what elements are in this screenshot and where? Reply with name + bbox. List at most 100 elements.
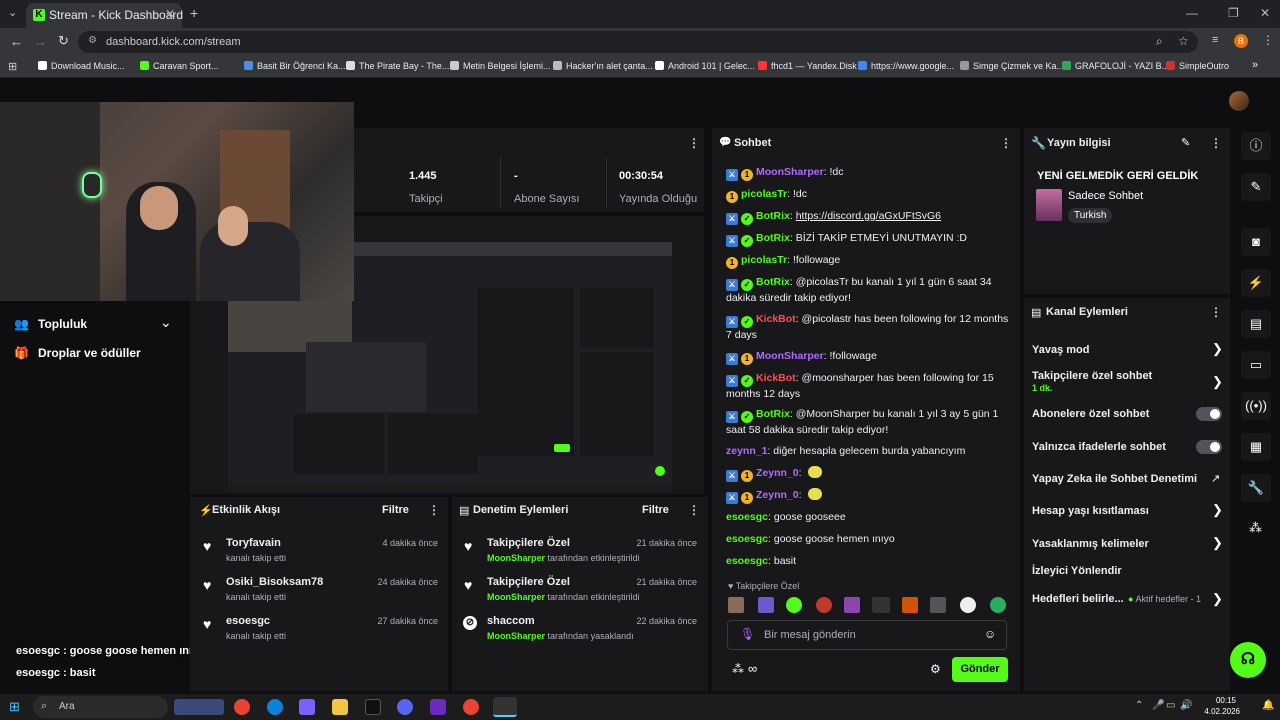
chevron-right-icon[interactable]: ❯ xyxy=(1212,341,1223,357)
activity-menu-icon[interactable]: ⋮ xyxy=(428,503,440,517)
profile-avatar[interactable]: B xyxy=(1234,34,1248,48)
bookmark-item[interactable]: https://www.google... xyxy=(858,61,954,71)
emote-icon[interactable] xyxy=(786,597,802,613)
chrome-icon[interactable] xyxy=(234,699,250,715)
chevron-right-icon[interactable]: ❯ xyxy=(1212,374,1223,390)
bookmark-item[interactable]: fhcd1 — Yandex.Disk xyxy=(758,61,857,71)
address-bar[interactable]: ⚙ dashboard.kick.com/stream ⌕ ☆ xyxy=(78,31,1198,53)
network-icon[interactable]: ▭ xyxy=(1166,700,1175,711)
chevron-right-icon[interactable]: ❯ xyxy=(1212,591,1223,607)
more-bookmarks-icon[interactable]: » xyxy=(1252,59,1258,71)
browser-tab[interactable]: K Stream - Kick Dashboard ✕ xyxy=(26,3,183,28)
capcut-icon[interactable] xyxy=(365,699,381,715)
chat-menu-icon[interactable]: ⋮ xyxy=(1000,136,1012,150)
apps-grid-icon[interactable]: ⊞ xyxy=(8,60,17,73)
followers-only-item[interactable]: Takipçilere özel sohbet xyxy=(1032,370,1152,382)
wrench-icon[interactable]: 🔧 xyxy=(1241,474,1271,502)
reading-list-icon[interactable]: ≡ xyxy=(1212,34,1218,46)
minimize-icon[interactable]: — xyxy=(1186,6,1198,20)
external-link-icon[interactable]: ↗ xyxy=(1211,472,1220,485)
emote-icon[interactable] xyxy=(728,597,744,613)
discord-link[interactable]: https://discord.gg/aGxUFtSvG6 xyxy=(796,210,941,222)
activity-filter-button[interactable]: Filtre xyxy=(382,504,409,516)
bookmark-item[interactable]: SimpleOutro xyxy=(1166,61,1229,71)
nav-community[interactable]: Topluluk xyxy=(38,317,87,331)
copilot-icon[interactable] xyxy=(299,699,315,715)
camera-icon[interactable]: ◙ xyxy=(1241,228,1271,256)
mic-icon[interactable]: 🎤 xyxy=(1152,700,1164,711)
send-button[interactable]: Gönder xyxy=(952,657,1008,682)
close-tab-icon[interactable]: ✕ xyxy=(165,7,175,21)
reload-icon[interactable]: ↻ xyxy=(58,33,69,49)
volume-icon[interactable]: 🔊 xyxy=(1180,700,1192,711)
emote-icon[interactable] xyxy=(844,597,860,613)
back-icon[interactable]: ← xyxy=(10,34,23,49)
tray-chevron-icon[interactable]: ⌃ xyxy=(1135,700,1143,711)
bookmark-item[interactable]: Metin Belgesi İşlemi... xyxy=(450,61,551,71)
infinity-icon[interactable]: ∞ xyxy=(748,661,757,676)
broadcast-icon[interactable]: ((•)) xyxy=(1241,392,1271,420)
emote-icon[interactable] xyxy=(902,597,918,613)
notes-icon[interactable]: ▤ xyxy=(1241,310,1271,338)
bookmark-item[interactable]: Download Music... xyxy=(38,61,125,71)
emote-icon[interactable] xyxy=(758,597,774,613)
chevron-down-icon[interactable]: ⌄ xyxy=(160,314,172,331)
windows-start-icon[interactable]: ⊞ xyxy=(9,699,20,715)
edit-icon[interactable]: ✎ xyxy=(1241,173,1271,201)
zoom-icon[interactable]: ⌕ xyxy=(1156,34,1163,49)
channel-actions-menu-icon[interactable]: ⋮ xyxy=(1210,305,1222,319)
bookmark-item[interactable]: Caravan Sport... xyxy=(140,61,219,71)
chevron-right-icon[interactable]: ❯ xyxy=(1212,535,1223,551)
help-chat-icon[interactable]: ☊ xyxy=(1230,642,1266,678)
points-icon[interactable]: ⁂ xyxy=(732,662,744,676)
microphone-icon[interactable]: 🎙 xyxy=(740,627,755,641)
clock-time[interactable]: 00:15 xyxy=(1206,696,1236,705)
stream-info-menu-icon[interactable]: ⋮ xyxy=(1210,136,1222,150)
bookmark-item[interactable]: Simge Çizmek ve Ka... xyxy=(960,61,1064,71)
moderation-menu-icon[interactable]: ⋮ xyxy=(688,503,700,517)
chrome-icon[interactable] xyxy=(463,699,479,715)
settings-gear-icon[interactable]: ⚙ xyxy=(930,662,941,676)
bookmark-item[interactable]: Basit Bir Öğrenci Ka... xyxy=(244,61,346,71)
emote-icon[interactable] xyxy=(872,597,890,613)
close-window-icon[interactable]: ✕ xyxy=(1260,6,1270,20)
app-icon[interactable] xyxy=(430,699,446,715)
forward-icon[interactable]: → xyxy=(34,34,47,49)
info-icon[interactable]: ⓘ xyxy=(1241,132,1271,160)
site-info-icon[interactable]: ⚙ xyxy=(88,35,97,46)
slow-mode-item[interactable]: Yavaş mod xyxy=(1032,344,1089,356)
bookmark-item[interactable]: The Pirate Bay - The... xyxy=(346,61,449,71)
emoji-icon[interactable]: ☺ xyxy=(984,627,996,641)
notifications-icon[interactable]: 🔔 xyxy=(1262,700,1274,711)
chat-input[interactable]: 🎙 Bir mesaj gönderin ☺ xyxy=(727,620,1007,650)
emote-icon[interactable] xyxy=(816,597,832,613)
emote-icon[interactable] xyxy=(930,597,946,613)
clock-date[interactable]: 4.02.2026 xyxy=(1196,707,1240,716)
new-tab-icon[interactable]: + xyxy=(190,5,198,21)
subscribers-only-toggle[interactable] xyxy=(1196,407,1222,421)
edit-pencil-icon[interactable]: ✎ xyxy=(1181,136,1190,149)
ai-moderation-item[interactable]: Yapay Zeka ile Sohbet Denetimi xyxy=(1032,473,1197,485)
points-icon[interactable]: ⁂ xyxy=(1249,520,1262,536)
user-avatar[interactable] xyxy=(1229,91,1249,111)
widget-icon[interactable] xyxy=(174,699,224,715)
emote-icon[interactable] xyxy=(960,597,976,613)
file-explorer-icon[interactable] xyxy=(332,699,348,715)
lightning-icon[interactable]: ⚡ xyxy=(1241,269,1271,297)
stats-menu-icon[interactable]: ⋮ xyxy=(688,136,700,150)
edge-icon[interactable] xyxy=(267,699,283,715)
tab-list-icon[interactable]: ⌄ xyxy=(8,6,17,19)
bookmark-item[interactable]: GRAFOLOJİ - YAZI B... xyxy=(1062,61,1169,71)
menu-icon[interactable]: ⋮ xyxy=(1262,33,1274,47)
moderation-filter-button[interactable]: Filtre xyxy=(642,504,669,516)
bookmark-star-icon[interactable]: ☆ xyxy=(1178,34,1189,48)
chat-bubble-icon[interactable]: ▭ xyxy=(1241,351,1271,379)
chevron-right-icon[interactable]: ❯ xyxy=(1212,502,1223,518)
nav-drops[interactable]: Droplar ve ödüller xyxy=(38,346,141,360)
restore-icon[interactable]: ❐ xyxy=(1228,6,1239,20)
layout-icon[interactable]: ▦ xyxy=(1241,433,1271,461)
discord-icon[interactable] xyxy=(397,699,413,715)
goals-item[interactable]: Hedefleri belirle... xyxy=(1032,593,1124,605)
redirect-item[interactable]: İzleyici Yönlendir xyxy=(1032,565,1122,577)
emotes-only-toggle[interactable] xyxy=(1196,440,1222,454)
